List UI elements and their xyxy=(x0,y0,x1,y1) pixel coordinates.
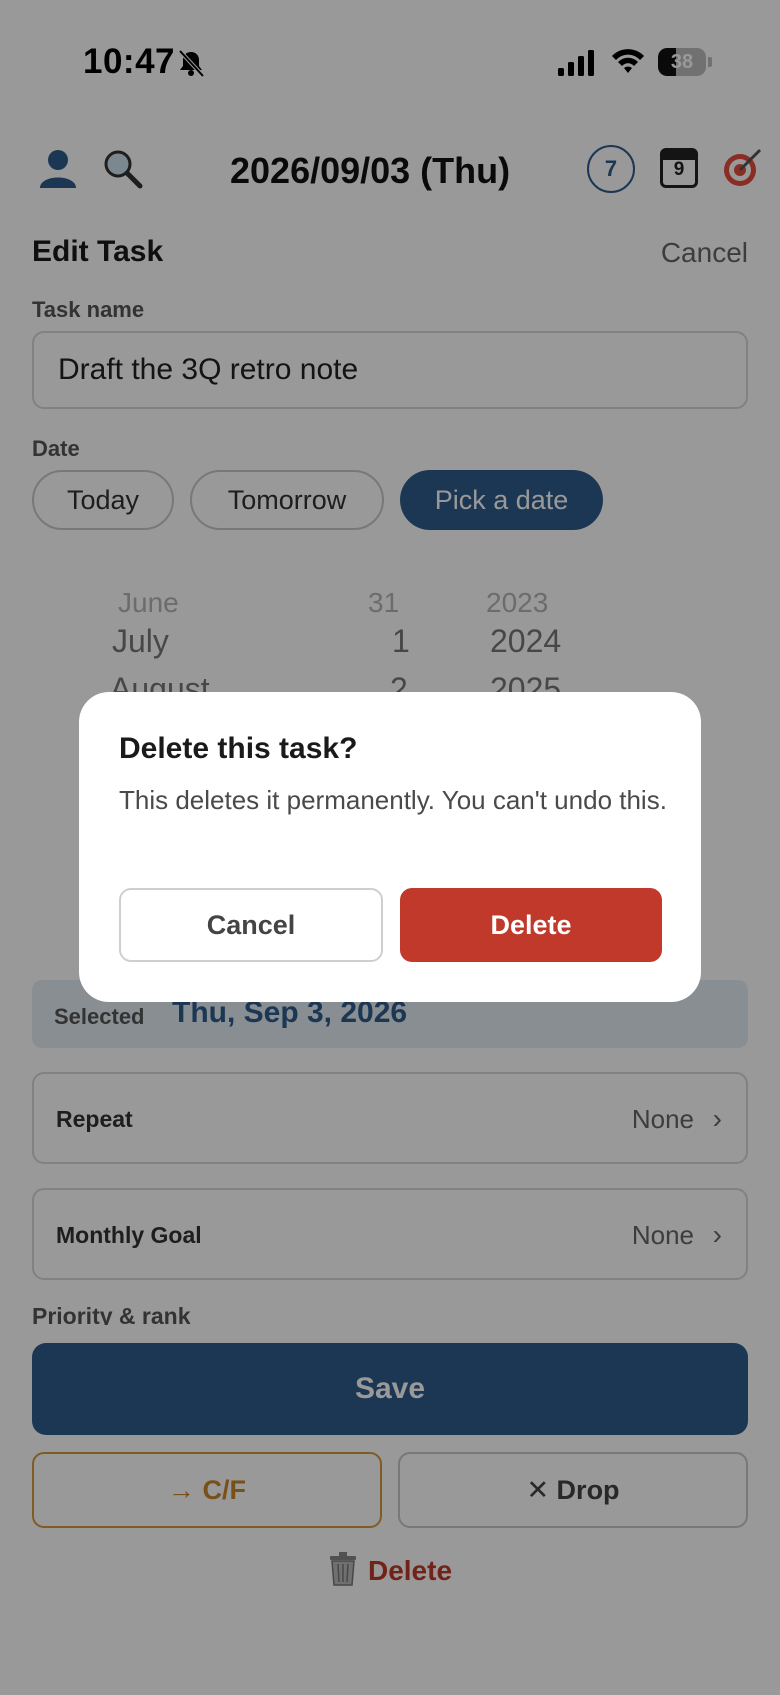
delete-confirm-dialog: Delete this task? This deletes it perman… xyxy=(79,692,701,1002)
dialog-title: Delete this task? xyxy=(119,732,358,765)
dialog-delete-button[interactable]: Delete xyxy=(400,888,662,962)
dialog-cancel-button[interactable]: Cancel xyxy=(119,888,383,962)
dialog-message: This deletes it permanently. You can't u… xyxy=(119,785,667,815)
